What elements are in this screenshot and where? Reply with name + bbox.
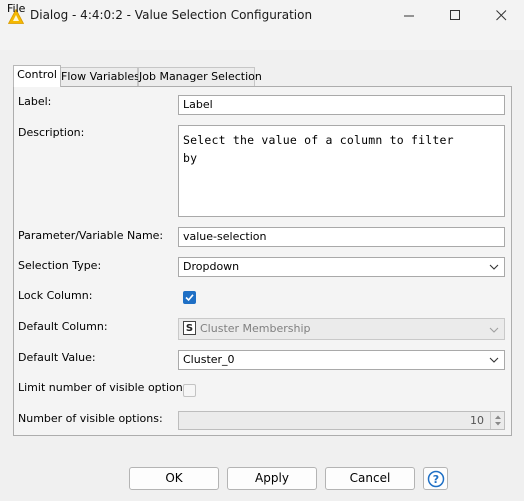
chevron-down-icon (489, 327, 499, 333)
spinner-buttons[interactable] (490, 412, 504, 429)
maximize-icon (450, 10, 460, 20)
tab-control[interactable]: Control (13, 65, 61, 87)
lock-column-label: Lock Column: (18, 289, 93, 302)
svg-text:?: ? (433, 473, 439, 486)
close-button[interactable] (478, 0, 524, 32)
parameter-name-label: Parameter/Variable Name: (18, 229, 164, 242)
limit-visible-checkbox[interactable] (183, 384, 196, 397)
lock-column-checkbox[interactable] (183, 291, 196, 304)
menu-bar (0, 32, 524, 50)
minimize-icon (404, 15, 414, 17)
tab-job-manager-selection[interactable]: Job Manager Selection (138, 67, 262, 86)
selection-type-value: Dropdown (183, 260, 240, 273)
apply-button[interactable]: Apply (227, 467, 317, 490)
checkmark-icon (185, 294, 194, 302)
num-visible-value: 10 (470, 414, 484, 427)
help-button[interactable]: ? (423, 467, 448, 490)
ok-button[interactable]: OK (129, 467, 219, 490)
chevron-down-icon (489, 264, 499, 270)
close-icon (496, 10, 507, 21)
description-textarea[interactable]: Select the value of a column to filter b… (178, 125, 505, 217)
menu-file[interactable]: File (7, 2, 25, 15)
spinner-arrows-icon (495, 415, 501, 426)
num-visible-label: Number of visible options: (18, 412, 163, 425)
default-value-label: Default Value: (18, 351, 96, 364)
limit-visible-label: Limit number of visible options: (18, 381, 193, 394)
maximize-button[interactable] (432, 0, 478, 32)
default-value-value: Cluster_0 (183, 353, 235, 366)
window-title: Dialog - 4:4:0:2 - Value Selection Confi… (30, 8, 313, 22)
parameter-name-input[interactable]: value-selection (178, 227, 505, 247)
label-label: Label: (18, 95, 52, 108)
description-label: Description: (18, 126, 85, 139)
help-icon: ? (427, 470, 445, 488)
num-visible-spinner[interactable]: 10 (178, 411, 505, 430)
default-column-dropdown[interactable]: S Cluster Membership (178, 318, 505, 340)
string-type-icon: S (183, 321, 196, 335)
label-input[interactable]: Label (178, 95, 505, 115)
cancel-button[interactable]: Cancel (325, 467, 415, 490)
default-column-value: Cluster Membership (200, 322, 311, 335)
selection-type-dropdown[interactable]: Dropdown (178, 257, 505, 277)
default-value-dropdown[interactable]: Cluster_0 (178, 350, 505, 370)
default-column-label: Default Column: (18, 320, 108, 333)
tab-flow-variables[interactable]: Flow Variables (60, 67, 140, 86)
chevron-down-icon (489, 357, 499, 363)
selection-type-label: Selection Type: (18, 259, 102, 272)
minimize-button[interactable] (386, 0, 432, 32)
